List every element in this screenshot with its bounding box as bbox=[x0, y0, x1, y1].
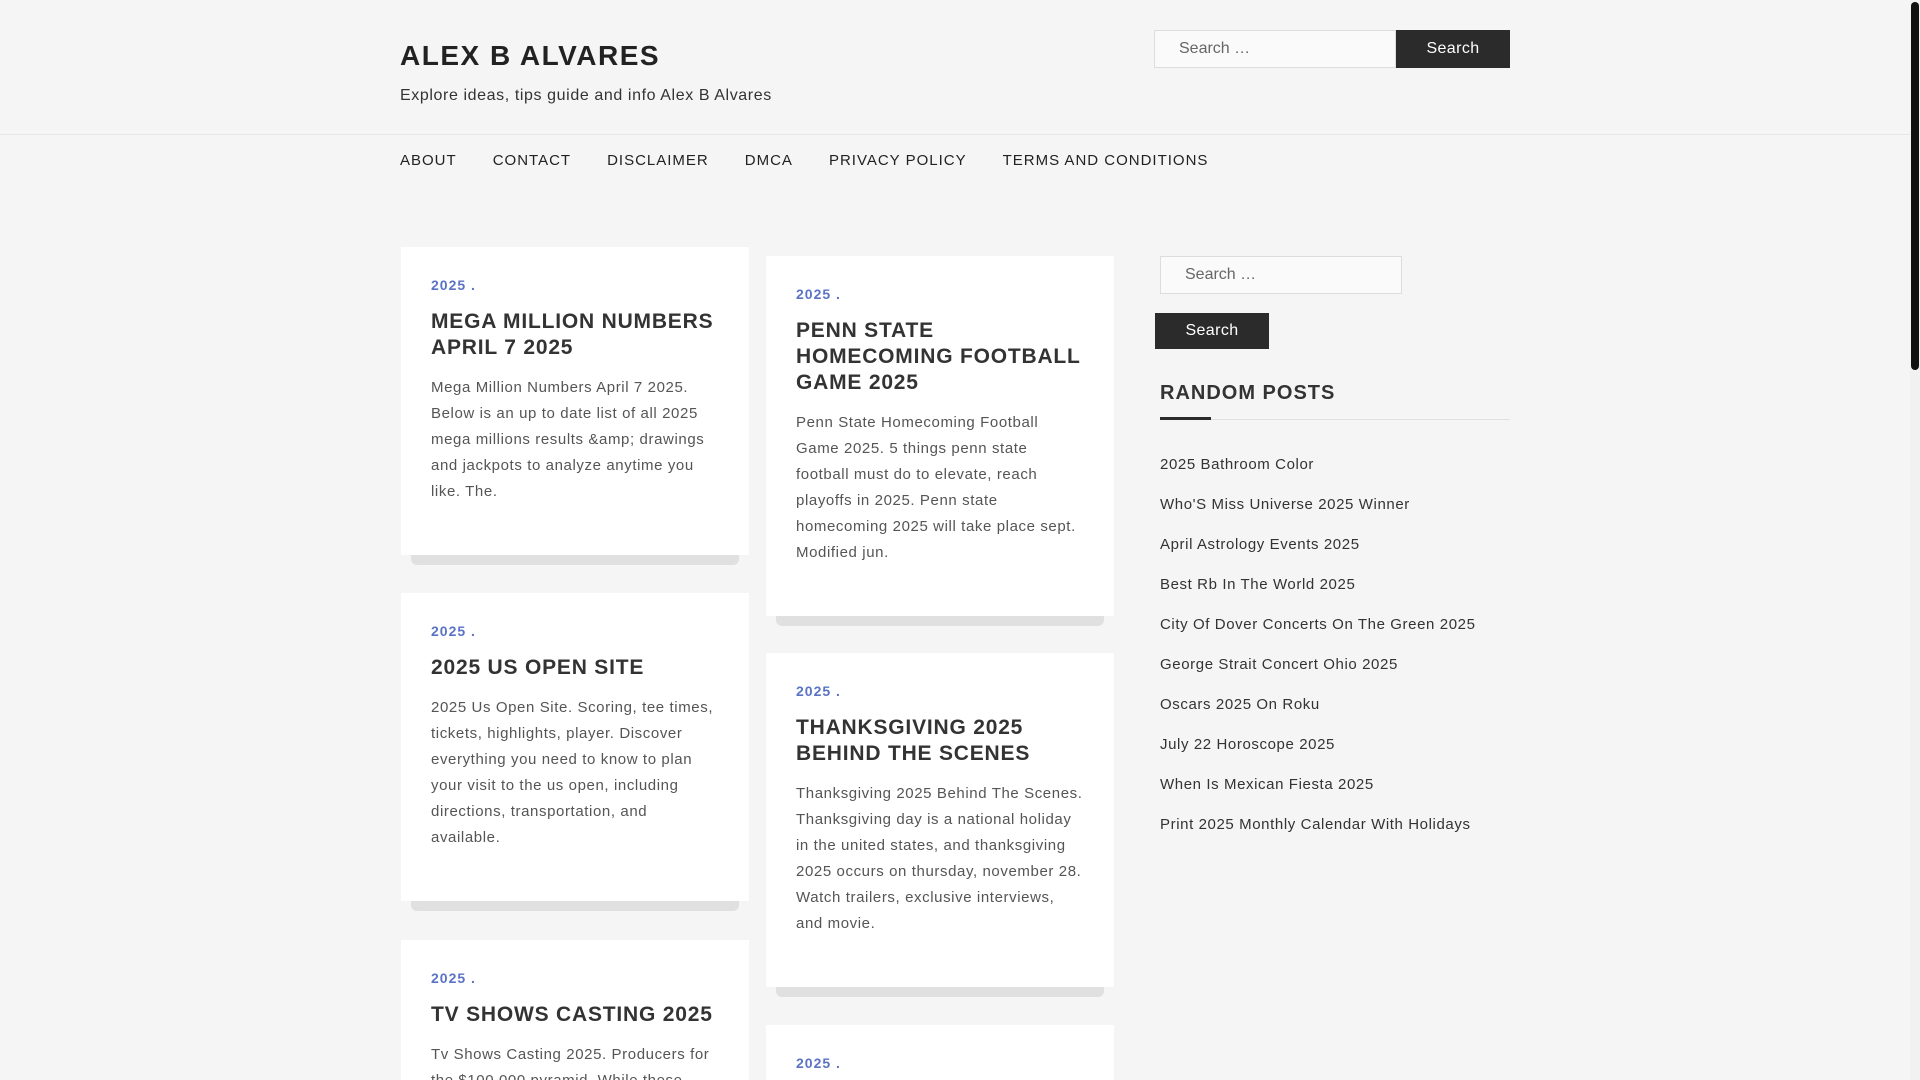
random-post-link[interactable]: April Astrology Events 2025 bbox=[1160, 536, 1476, 576]
post-category[interactable]: 2025 . bbox=[796, 286, 1084, 302]
post-category[interactable]: 2025 . bbox=[431, 623, 719, 639]
post-category[interactable]: 2025 . bbox=[431, 970, 719, 986]
post-category[interactable]: 2025 . bbox=[796, 1055, 1084, 1071]
sidebar-search-form: Search bbox=[1155, 256, 1402, 349]
post-card: 2025 . MEGA MILLION NUMBERS APRIL 7 2025… bbox=[401, 247, 749, 565]
widget-divider bbox=[1160, 419, 1510, 420]
random-posts-list: 2025 Bathroom Color Who'S Miss Universe … bbox=[1160, 456, 1476, 856]
post-card: 2025 . bbox=[766, 1025, 1114, 1080]
site-header: ALEX B ALVARES Explore ideas, tips guide… bbox=[0, 0, 1910, 135]
scrollbar-thumb[interactable] bbox=[1911, 2, 1919, 370]
post-excerpt: Mega Million Numbers April 7 2025. Below… bbox=[431, 379, 705, 500]
random-posts-heading: RANDOM POSTS bbox=[1160, 382, 1336, 404]
main-nav: ABOUT CONTACT DISCLAIMER DMCA PRIVACY PO… bbox=[400, 152, 1244, 169]
post-excerpt: Tv Shows Casting 2025. Producers for the… bbox=[431, 1046, 710, 1080]
nav-item-contact[interactable]: CONTACT bbox=[493, 152, 571, 169]
random-post-link[interactable]: Oscars 2025 On Roku bbox=[1160, 696, 1476, 736]
random-post-link[interactable]: Who'S Miss Universe 2025 Winner bbox=[1160, 496, 1476, 536]
post-card: 2025 . TV SHOWS CASTING 2025 Tv Shows Ca… bbox=[401, 940, 749, 1080]
post-excerpt: 2025 Us Open Site. Scoring, tee times, t… bbox=[431, 699, 714, 846]
random-post-link[interactable]: Print 2025 Monthly Calendar With Holiday… bbox=[1160, 816, 1476, 856]
sidebar-search-button[interactable]: Search bbox=[1155, 313, 1269, 349]
nav-item-privacy-policy[interactable]: PRIVACY POLICY bbox=[829, 152, 967, 169]
header-search-button[interactable]: Search bbox=[1396, 30, 1510, 68]
random-post-link[interactable]: July 22 Horoscope 2025 bbox=[1160, 736, 1476, 776]
post-title[interactable]: 2025 US OPEN SITE bbox=[431, 655, 719, 681]
nav-item-about[interactable]: ABOUT bbox=[400, 152, 457, 169]
widget-title-underline bbox=[1160, 417, 1211, 420]
post-card: 2025 . PENN STATE HOMECOMING FOOTBALL GA… bbox=[766, 256, 1114, 626]
nav-item-dmca[interactable]: DMCA bbox=[745, 152, 793, 169]
nav-item-disclaimer[interactable]: DISCLAIMER bbox=[607, 152, 709, 169]
site-title[interactable]: ALEX B ALVARES bbox=[400, 40, 660, 72]
post-title[interactable]: THANKSGIVING 2025 BEHIND THE SCENES bbox=[796, 715, 1084, 767]
post-excerpt: Penn State Homecoming Football Game 2025… bbox=[796, 414, 1076, 561]
random-post-link[interactable]: Best Rb In The World 2025 bbox=[1160, 576, 1476, 616]
post-excerpt: Thanksgiving 2025 Behind The Scenes. Tha… bbox=[796, 785, 1083, 932]
nav-item-terms-and-conditions[interactable]: TERMS AND CONDITIONS bbox=[1003, 152, 1209, 169]
post-category[interactable]: 2025 . bbox=[796, 683, 1084, 699]
post-card: 2025 . 2025 US OPEN SITE 2025 Us Open Si… bbox=[401, 593, 749, 911]
post-card: 2025 . THANKSGIVING 2025 BEHIND THE SCEN… bbox=[766, 653, 1114, 997]
site-description: Explore ideas, tips guide and info Alex … bbox=[400, 87, 772, 104]
page-scrollbar[interactable] bbox=[1910, 0, 1920, 1080]
random-post-link[interactable]: George Strait Concert Ohio 2025 bbox=[1160, 656, 1476, 696]
sidebar-search-input[interactable] bbox=[1160, 256, 1402, 294]
random-post-link[interactable]: When Is Mexican Fiesta 2025 bbox=[1160, 776, 1476, 816]
header-search-form: Search bbox=[1154, 30, 1510, 68]
post-title[interactable]: TV SHOWS CASTING 2025 bbox=[431, 1002, 719, 1028]
post-title[interactable]: PENN STATE HOMECOMING FOOTBALL GAME 2025 bbox=[796, 318, 1084, 396]
header-search-input[interactable] bbox=[1154, 30, 1396, 68]
post-title[interactable]: MEGA MILLION NUMBERS APRIL 7 2025 bbox=[431, 309, 719, 361]
random-post-link[interactable]: City Of Dover Concerts On The Green 2025 bbox=[1160, 616, 1476, 656]
random-post-link[interactable]: 2025 Bathroom Color bbox=[1160, 456, 1476, 496]
post-category[interactable]: 2025 . bbox=[431, 277, 719, 293]
